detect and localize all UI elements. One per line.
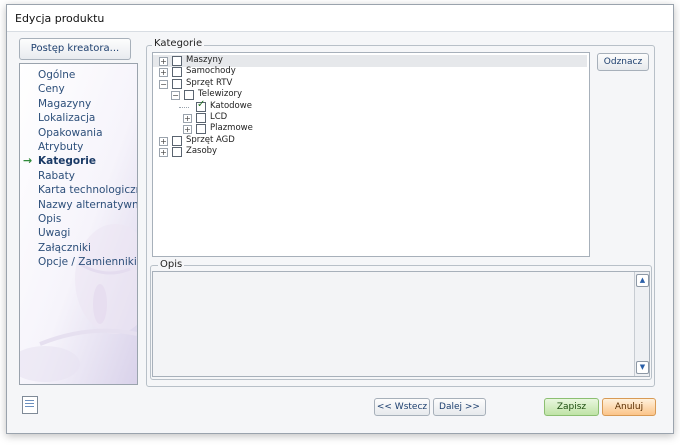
collapse-minus-icon[interactable]: − — [159, 79, 168, 89]
wizard-step[interactable]: Opis — [38, 213, 61, 225]
next-button[interactable]: Dalej >> — [433, 398, 486, 416]
tree-node[interactable]: + Zasoby — [153, 146, 587, 158]
tree-node-label: Maszyny — [186, 55, 223, 65]
tree-node-label: Zasoby — [186, 146, 218, 157]
unmark-button[interactable]: Odznacz — [597, 53, 649, 71]
checkbox[interactable] — [196, 124, 206, 135]
wizard-step[interactable]: Uwagi — [38, 227, 70, 239]
category-tree[interactable]: + Maszyny + Samochody − Sprzęt RTV − Telewizory… — [152, 52, 590, 257]
wizard-step[interactable]: Atrybuty — [38, 141, 83, 153]
categories-group-label: Kategorie — [152, 38, 205, 49]
notes-document-icon[interactable] — [22, 396, 38, 414]
tree-node-label: Samochody — [186, 66, 236, 77]
wizard-step[interactable]: Rabaty — [38, 170, 75, 182]
checkbox[interactable] — [184, 90, 194, 101]
window-title: Edycja produktu — [15, 12, 105, 25]
tree-node-label: Plazmowe — [210, 123, 253, 134]
title-bar: Edycja produktu — [7, 5, 673, 32]
check-icon: ✓ — [197, 98, 206, 110]
wizard-step[interactable]: Karta technologiczna — [38, 184, 137, 196]
wizard-step[interactable]: Ceny — [38, 83, 65, 95]
collapse-minus-icon[interactable]: − — [171, 91, 180, 101]
tree-node[interactable]: ✓ Katodowe — [153, 98, 587, 113]
wizard-step[interactable]: Nazwy alternatywne — [38, 199, 137, 211]
checkbox[interactable] — [172, 135, 182, 146]
description-scrollbar[interactable]: ▲ ▼ — [634, 272, 649, 376]
tree-node-label: LCD — [210, 112, 228, 122]
wizard-progress-button[interactable]: Postęp kreatora... — [19, 38, 131, 60]
tree-node[interactable]: − Sprzęt RTV — [153, 78, 587, 90]
tree-node[interactable]: + Samochody — [153, 66, 587, 78]
wizard-steps-panel: Ogólne Ceny Magazyny Lokalizacja Opakowania A… — [19, 63, 138, 385]
expand-plus-icon[interactable]: + — [159, 68, 168, 78]
save-button[interactable]: Zapisz — [544, 398, 599, 416]
wizard-step[interactable]: Kategorie — [38, 155, 96, 167]
description-group-label: Opis — [158, 259, 185, 270]
checkbox-checked[interactable]: ✓ — [196, 98, 206, 112]
tree-node-label: Sprzęt AGD — [186, 134, 235, 145]
tree-node[interactable]: + Maszyny — [153, 55, 587, 67]
wizard-step[interactable]: Opakowania — [38, 127, 103, 139]
tree-node-label: Katodowe — [210, 100, 252, 111]
expand-plus-icon[interactable]: + — [159, 57, 168, 66]
tree-node[interactable]: + Sprzęt AGD — [153, 135, 587, 147]
checkbox[interactable] — [196, 113, 206, 123]
tree-node-label: Sprzęt RTV — [186, 77, 233, 88]
scroll-up-icon[interactable]: ▲ — [636, 274, 649, 287]
wizard-step[interactable]: Załączniki — [38, 242, 91, 254]
back-button[interactable]: << Wstecz — [374, 398, 430, 416]
cancel-button[interactable]: Anuluj — [602, 398, 656, 416]
wizard-step[interactable]: Ogólne — [38, 69, 75, 81]
tree-node[interactable]: + Plazmowe — [153, 123, 587, 135]
tree-node[interactable]: + LCD — [153, 112, 587, 124]
description-textarea[interactable]: ▲ ▼ — [152, 271, 650, 377]
expand-plus-icon[interactable]: + — [159, 136, 168, 146]
wizard-step[interactable]: Lokalizacja — [38, 112, 95, 124]
checkbox[interactable] — [172, 67, 182, 78]
checkbox[interactable] — [172, 78, 182, 89]
tree-connector-line — [179, 106, 189, 108]
scroll-down-icon[interactable]: ▼ — [636, 361, 649, 374]
checkbox[interactable] — [172, 56, 182, 66]
expand-plus-icon[interactable]: + — [183, 114, 192, 123]
checkbox[interactable] — [172, 147, 182, 158]
tree-node[interactable]: − Telewizory — [153, 89, 587, 101]
active-step-arrow-icon: → — [23, 154, 33, 168]
wizard-step[interactable]: Magazyny — [38, 98, 91, 110]
wizard-step[interactable]: Opcje / Zamienniki — [38, 256, 137, 268]
expand-plus-icon[interactable]: + — [183, 125, 192, 135]
expand-plus-icon[interactable]: + — [159, 148, 168, 158]
